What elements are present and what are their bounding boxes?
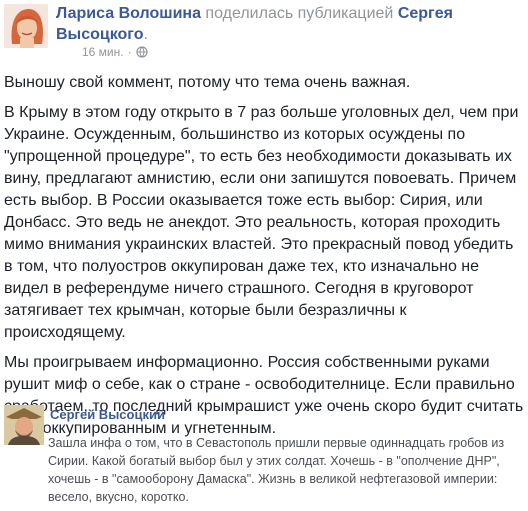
post-header-text: Лариса Волошина поделилась публикацией С…: [56, 3, 516, 45]
globe-icon[interactable]: [136, 46, 148, 58]
avatar-portrait: [4, 4, 48, 48]
post-meta: 16 мин. ·: [82, 44, 148, 60]
post-timestamp[interactable]: 16 мин.: [82, 44, 124, 60]
meta-separator: ·: [127, 45, 132, 59]
post-header: Лариса Волошина поделилась публикацией С…: [0, 0, 528, 66]
shared-author-name[interactable]: Сергей Высоцкий: [50, 407, 165, 422]
post-body: Выношу свой коммент, потому что тема оче…: [4, 72, 524, 448]
post-paragraph: В Крыму в этом году открыто в 7 раз боль…: [4, 104, 519, 341]
header-suffix: .: [143, 26, 148, 43]
author-name-link[interactable]: Лариса Волошина: [56, 5, 201, 22]
avatar[interactable]: [4, 4, 48, 48]
shared-avatar-portrait: [4, 405, 44, 445]
shared-post: Сергей Высоцкий Зашла инфа о том, что в …: [4, 404, 524, 511]
shared-post-text: Зашла инфа о том, что в Севастополь приш…: [48, 436, 505, 504]
shared-author-avatar[interactable]: [4, 405, 44, 445]
post-paragraph: Выношу свой коммент, потому что тема оче…: [4, 74, 411, 91]
share-action-text: поделилась публикацией: [200, 5, 398, 22]
